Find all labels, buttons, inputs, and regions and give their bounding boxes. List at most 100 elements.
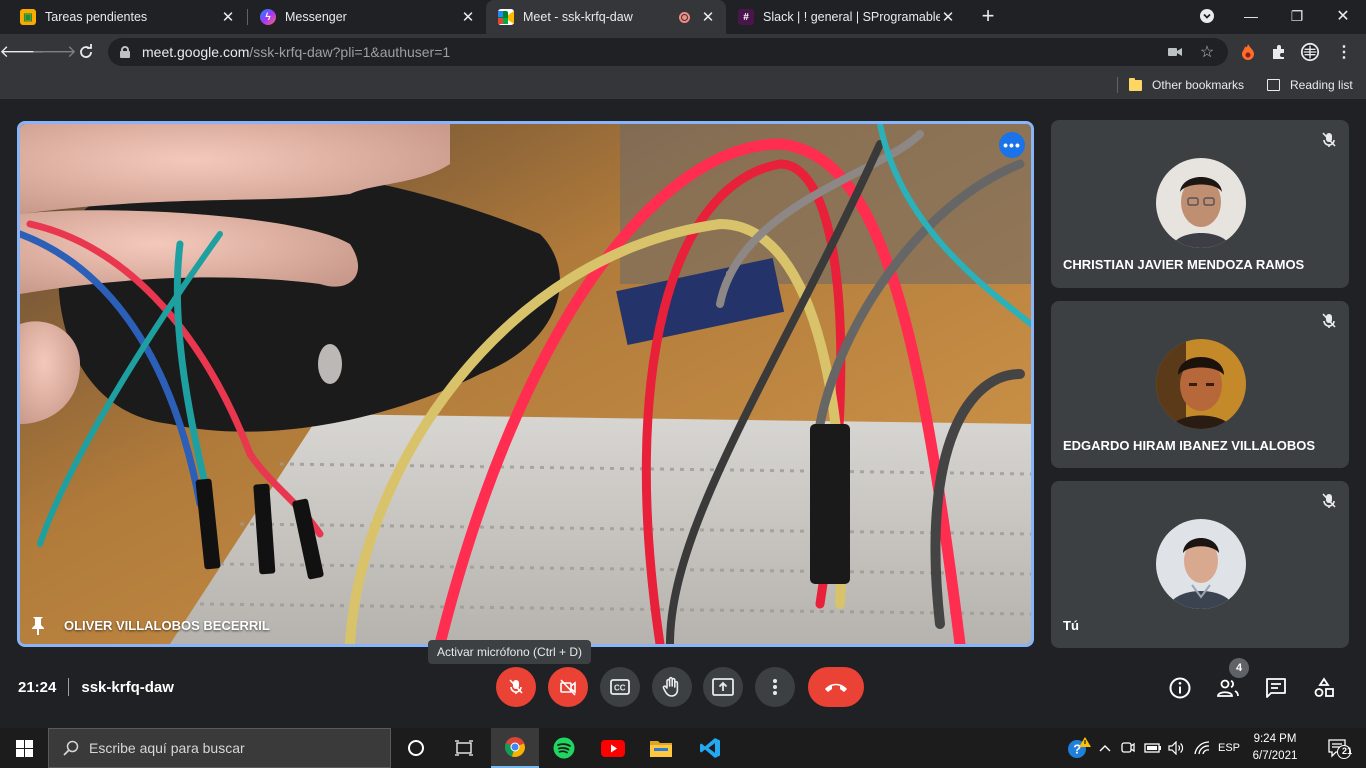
task-view-button[interactable] bbox=[440, 728, 488, 768]
address-bar[interactable]: meet.google.com/ssk-krfq-daw?pli=1&authu… bbox=[108, 38, 1228, 66]
tray-language[interactable]: ESP bbox=[1214, 728, 1244, 768]
participant-tile[interactable]: CHRISTIAN JAVIER MENDOZA RAMOS bbox=[1051, 120, 1349, 288]
recording-icon bbox=[679, 11, 690, 23]
taskbar-youtube[interactable] bbox=[589, 728, 637, 768]
mic-off-icon bbox=[1322, 493, 1336, 508]
mic-tooltip: Activar micrófono (Ctrl + D) bbox=[428, 640, 592, 664]
more-options-icon[interactable]: ••• bbox=[999, 132, 1025, 158]
extensions-puzzle-icon[interactable] bbox=[1269, 42, 1289, 62]
present-now-button[interactable] bbox=[703, 667, 743, 707]
more-vert-icon bbox=[773, 679, 777, 695]
google-meet-icon bbox=[498, 9, 514, 25]
bookmark-star-icon[interactable]: ☆ bbox=[1198, 43, 1216, 61]
close-icon[interactable]: ✕ bbox=[940, 8, 956, 26]
participant-name: Tú bbox=[1063, 618, 1079, 633]
chrome-menu-icon[interactable]: ⋮ bbox=[1334, 42, 1354, 62]
tab-slack[interactable]: # Slack | ! general | SProgramables ✕ bbox=[726, 0, 966, 34]
people-icon bbox=[1217, 679, 1239, 697]
tray-help-icon[interactable]: ? bbox=[1064, 728, 1094, 768]
url-path: /ssk-krfq-daw?pli=1&authuser=1 bbox=[249, 44, 451, 60]
participant-tile-self[interactable]: Tú bbox=[1051, 481, 1349, 648]
tab-search-button[interactable] bbox=[1184, 0, 1230, 32]
show-hidden-icons-button[interactable] bbox=[1096, 728, 1114, 768]
chat-button[interactable] bbox=[1263, 675, 1289, 701]
tab-title: Tareas pendientes bbox=[45, 10, 148, 24]
svg-text:?: ? bbox=[1073, 742, 1081, 757]
avatar bbox=[1156, 339, 1246, 429]
google-classroom-icon: ▣ bbox=[20, 9, 36, 25]
forward-button[interactable]: 🡒 bbox=[31, 40, 77, 64]
taskbar-search-box[interactable]: Escribe aquí para buscar bbox=[48, 728, 391, 768]
captions-button[interactable]: CC bbox=[600, 667, 640, 707]
main-video-tile[interactable]: ••• OLIVER VILLALOBOS BECERRIL bbox=[17, 121, 1034, 647]
taskbar-file-explorer[interactable] bbox=[637, 728, 685, 768]
activities-icon bbox=[1314, 677, 1334, 697]
participant-tile[interactable]: EDGARDO HIRAM IBANEZ VILLALOBOS bbox=[1051, 301, 1349, 468]
mic-off-icon bbox=[509, 679, 523, 694]
folder-icon bbox=[650, 741, 672, 757]
reload-button[interactable] bbox=[74, 40, 98, 64]
more-options-button[interactable] bbox=[755, 667, 795, 707]
new-tab-button[interactable]: + bbox=[976, 4, 1000, 28]
raise-hand-icon bbox=[662, 676, 679, 697]
other-bookmarks[interactable]: Other bookmarks bbox=[1129, 76, 1244, 94]
clock-time: 9:24 PM bbox=[1253, 733, 1297, 745]
folder-icon bbox=[1129, 77, 1142, 91]
meet-call: ••• OLIVER VILLALOBOS BECERRIL CHRISTIAN… bbox=[0, 101, 1366, 728]
video-feed bbox=[20, 124, 1031, 644]
minimize-button[interactable]: — bbox=[1228, 0, 1274, 32]
webcam-icon bbox=[1121, 742, 1135, 753]
battery-icon bbox=[1144, 743, 1161, 753]
action-center-button[interactable]: 21 bbox=[1318, 728, 1360, 768]
show-everyone-button[interactable] bbox=[1215, 675, 1241, 701]
spotify-icon bbox=[553, 737, 575, 759]
chat-icon bbox=[1266, 678, 1286, 698]
extension-fire-icon[interactable] bbox=[1238, 42, 1258, 62]
taskbar-chrome[interactable] bbox=[491, 728, 539, 768]
reading-list-icon bbox=[1267, 79, 1280, 91]
leave-call-button[interactable] bbox=[808, 667, 864, 707]
profile-avatar-icon[interactable] bbox=[1300, 42, 1320, 62]
meeting-time: 21:24 bbox=[18, 678, 57, 696]
pin-icon[interactable] bbox=[30, 616, 46, 636]
participant-name: EDGARDO HIRAM IBANEZ VILLALOBOS bbox=[1063, 438, 1316, 453]
tab-strip: ▣ Tareas pendientes ✕ ϟ Messenger ✕ Meet… bbox=[0, 0, 1366, 34]
tray-wifi-icon[interactable] bbox=[1191, 728, 1213, 768]
tab-messenger[interactable]: ϟ Messenger ✕ bbox=[248, 0, 486, 34]
raise-hand-button[interactable] bbox=[652, 667, 692, 707]
cortana-button[interactable] bbox=[392, 728, 440, 768]
tab-tareas[interactable]: ▣ Tareas pendientes ✕ bbox=[8, 0, 246, 34]
mic-off-icon bbox=[1322, 132, 1336, 147]
volume-icon bbox=[1168, 741, 1184, 755]
tray-battery-icon[interactable] bbox=[1142, 728, 1164, 768]
messenger-icon: ϟ bbox=[260, 9, 276, 25]
close-icon[interactable]: ✕ bbox=[700, 8, 716, 26]
taskbar-spotify[interactable] bbox=[540, 728, 588, 768]
tray-volume-icon[interactable] bbox=[1166, 728, 1186, 768]
avatar bbox=[1156, 519, 1246, 609]
taskbar-clock[interactable]: 9:24 PM 6/7/2021 bbox=[1244, 731, 1306, 765]
camera-off-icon bbox=[560, 679, 576, 696]
close-window-button[interactable]: ✕ bbox=[1320, 0, 1366, 32]
close-icon[interactable]: ✕ bbox=[460, 8, 476, 26]
toggle-mic-button[interactable] bbox=[496, 667, 536, 707]
meeting-details-button[interactable] bbox=[1167, 675, 1193, 701]
present-screen-icon bbox=[712, 678, 734, 696]
meeting-details: 21:24 ssk-krfq-daw bbox=[18, 678, 174, 696]
browser-toolbar: 🡐 🡒 meet.google.com/ssk-krfq-daw?pli=1&a… bbox=[0, 34, 1366, 70]
activities-button[interactable] bbox=[1311, 675, 1337, 701]
tray-webcam-icon[interactable] bbox=[1118, 728, 1138, 768]
toggle-camera-button[interactable] bbox=[548, 667, 588, 707]
windows-taskbar: Escribe aquí para buscar ? ESP 9:24 PM 6… bbox=[0, 728, 1366, 768]
lock-icon bbox=[120, 46, 130, 58]
taskbar-vscode[interactable] bbox=[686, 728, 734, 768]
reading-list[interactable]: Reading list bbox=[1267, 76, 1353, 94]
divider bbox=[68, 678, 70, 696]
windows-start-button[interactable] bbox=[0, 728, 48, 768]
close-icon[interactable]: ✕ bbox=[220, 8, 236, 26]
presenter-name: OLIVER VILLALOBOS BECERRIL bbox=[64, 618, 270, 633]
tab-title: Messenger bbox=[285, 10, 347, 24]
restore-button[interactable]: ❐ bbox=[1274, 0, 1320, 32]
camera-in-use-icon[interactable] bbox=[1166, 43, 1184, 61]
tab-meet[interactable]: Meet - ssk-krfq-daw ✕ bbox=[486, 0, 726, 34]
